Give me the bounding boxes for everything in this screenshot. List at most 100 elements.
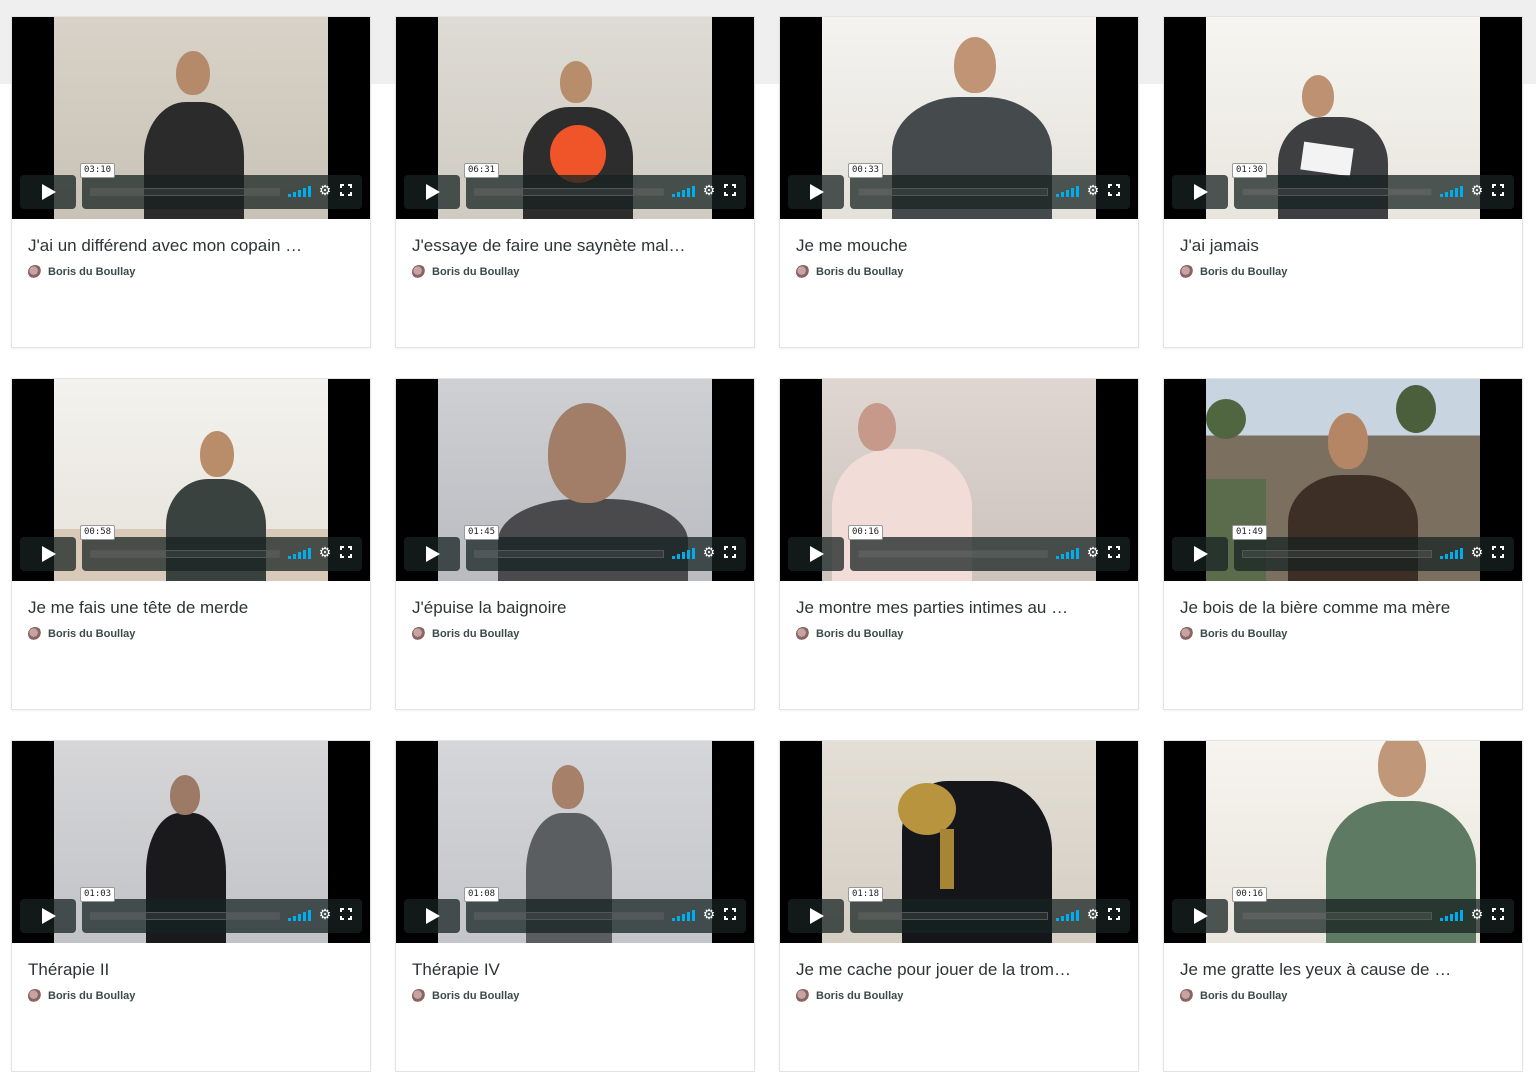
video-card[interactable]: ⚙ 01:45 J'épuise la baignoire Boris du B… [395,378,755,710]
play-icon[interactable] [20,899,76,933]
volume-icon[interactable] [288,547,311,559]
author-name[interactable]: Boris du Boullay [1200,266,1287,278]
video-card[interactable]: ⚙ 00:16 Je montre mes parties intimes au… [779,378,1139,710]
seek-bar[interactable] [858,912,1048,920]
video-card[interactable]: ⚙ 01:03 Thérapie II Boris du Boullay [11,740,371,1072]
gear-icon[interactable]: ⚙ [702,545,716,559]
video-player[interactable]: ⚙ 00:16 [1164,741,1522,943]
fullscreen-icon[interactable] [340,184,352,196]
gear-icon[interactable]: ⚙ [1470,907,1484,921]
gear-icon[interactable]: ⚙ [1470,183,1484,197]
author-name[interactable]: Boris du Boullay [816,628,903,640]
video-card[interactable]: ⚙ 01:30 J'ai jamais Boris du Boullay [1163,16,1523,348]
fullscreen-icon[interactable] [1108,184,1120,196]
video-title[interactable]: Thérapie IV [412,959,712,981]
author-name[interactable]: Boris du Boullay [432,628,519,640]
author-name[interactable]: Boris du Boullay [48,990,135,1002]
video-player[interactable]: ⚙ 01:45 [396,379,754,581]
video-title[interactable]: J'ai jamais [1180,235,1480,257]
fullscreen-icon[interactable] [1492,184,1504,196]
author-name[interactable]: Boris du Boullay [432,990,519,1002]
fullscreen-icon[interactable] [1492,546,1504,558]
video-card[interactable]: ⚙ 06:31 J'essaye de faire une saynète ma… [395,16,755,348]
volume-icon[interactable] [1056,185,1079,197]
video-player[interactable]: ⚙ 00:33 [780,17,1138,219]
seek-bar[interactable] [90,550,280,558]
volume-icon[interactable] [1056,547,1079,559]
video-title[interactable]: Je montre mes parties intimes au … [796,597,1096,619]
video-card[interactable]: ⚙ 01:49 Je bois de la bière comme ma mèr… [1163,378,1523,710]
seek-bar[interactable] [474,188,664,196]
seek-bar[interactable] [90,912,280,920]
video-player[interactable]: ⚙ 03:10 [12,17,370,219]
video-title[interactable]: Je me gratte les yeux à cause de … [1180,959,1480,981]
volume-icon[interactable] [1440,547,1463,559]
play-icon[interactable] [404,175,460,209]
play-icon[interactable] [404,537,460,571]
video-card[interactable]: ⚙ 00:16 Je me gratte les yeux à cause de… [1163,740,1523,1072]
video-title[interactable]: J'épuise la baignoire [412,597,712,619]
video-card[interactable]: ⚙ 01:18 Je me cache pour jouer de la tro… [779,740,1139,1072]
fullscreen-icon[interactable] [724,908,736,920]
author-name[interactable]: Boris du Boullay [1200,990,1287,1002]
seek-bar[interactable] [90,188,280,196]
seek-bar[interactable] [1242,550,1432,558]
seek-bar[interactable] [1242,912,1432,920]
fullscreen-icon[interactable] [1108,908,1120,920]
fullscreen-icon[interactable] [1492,908,1504,920]
volume-icon[interactable] [1440,185,1463,197]
video-player[interactable]: ⚙ 01:49 [1164,379,1522,581]
play-icon[interactable] [1172,899,1228,933]
video-title[interactable]: Je me cache pour jouer de la trom… [796,959,1096,981]
video-player[interactable]: ⚙ 00:16 [780,379,1138,581]
gear-icon[interactable]: ⚙ [318,907,332,921]
video-title[interactable]: Je bois de la bière comme ma mère [1180,597,1480,619]
fullscreen-icon[interactable] [340,546,352,558]
video-title[interactable]: J'ai un différend avec mon copain … [28,235,328,257]
fullscreen-icon[interactable] [724,184,736,196]
video-player[interactable]: ⚙ 01:30 [1164,17,1522,219]
gear-icon[interactable]: ⚙ [702,907,716,921]
video-card[interactable]: ⚙ 00:33 Je me mouche Boris du Boullay [779,16,1139,348]
seek-bar[interactable] [1242,188,1432,196]
author-name[interactable]: Boris du Boullay [1200,628,1287,640]
fullscreen-icon[interactable] [1108,546,1120,558]
fullscreen-icon[interactable] [340,908,352,920]
video-player[interactable]: ⚙ 01:18 [780,741,1138,943]
author-name[interactable]: Boris du Boullay [48,266,135,278]
gear-icon[interactable]: ⚙ [318,545,332,559]
seek-bar[interactable] [858,550,1048,558]
play-icon[interactable] [20,537,76,571]
video-title[interactable]: Thérapie II [28,959,328,981]
gear-icon[interactable]: ⚙ [1086,545,1100,559]
volume-icon[interactable] [288,185,311,197]
gear-icon[interactable]: ⚙ [1086,907,1100,921]
video-player[interactable]: ⚙ 00:58 [12,379,370,581]
author-name[interactable]: Boris du Boullay [816,990,903,1002]
author-name[interactable]: Boris du Boullay [816,266,903,278]
author-name[interactable]: Boris du Boullay [432,266,519,278]
seek-bar[interactable] [474,912,664,920]
fullscreen-icon[interactable] [724,546,736,558]
volume-icon[interactable] [1056,909,1079,921]
seek-bar[interactable] [858,188,1048,196]
volume-icon[interactable] [672,909,695,921]
volume-icon[interactable] [672,185,695,197]
author-name[interactable]: Boris du Boullay [48,628,135,640]
volume-icon[interactable] [288,909,311,921]
video-card[interactable]: ⚙ 00:58 Je me fais une tête de merde Bor… [11,378,371,710]
play-icon[interactable] [404,899,460,933]
gear-icon[interactable]: ⚙ [318,183,332,197]
gear-icon[interactable]: ⚙ [702,183,716,197]
video-card[interactable]: ⚙ 01:08 Thérapie IV Boris du Boullay [395,740,755,1072]
volume-icon[interactable] [1440,909,1463,921]
video-card[interactable]: ⚙ 03:10 J'ai un différend avec mon copai… [11,16,371,348]
volume-icon[interactable] [672,547,695,559]
video-player[interactable]: ⚙ 01:03 [12,741,370,943]
play-icon[interactable] [788,899,844,933]
video-player[interactable]: ⚙ 06:31 [396,17,754,219]
video-title[interactable]: J'essaye de faire une saynète mal… [412,235,712,257]
play-icon[interactable] [788,537,844,571]
play-icon[interactable] [788,175,844,209]
play-icon[interactable] [20,175,76,209]
